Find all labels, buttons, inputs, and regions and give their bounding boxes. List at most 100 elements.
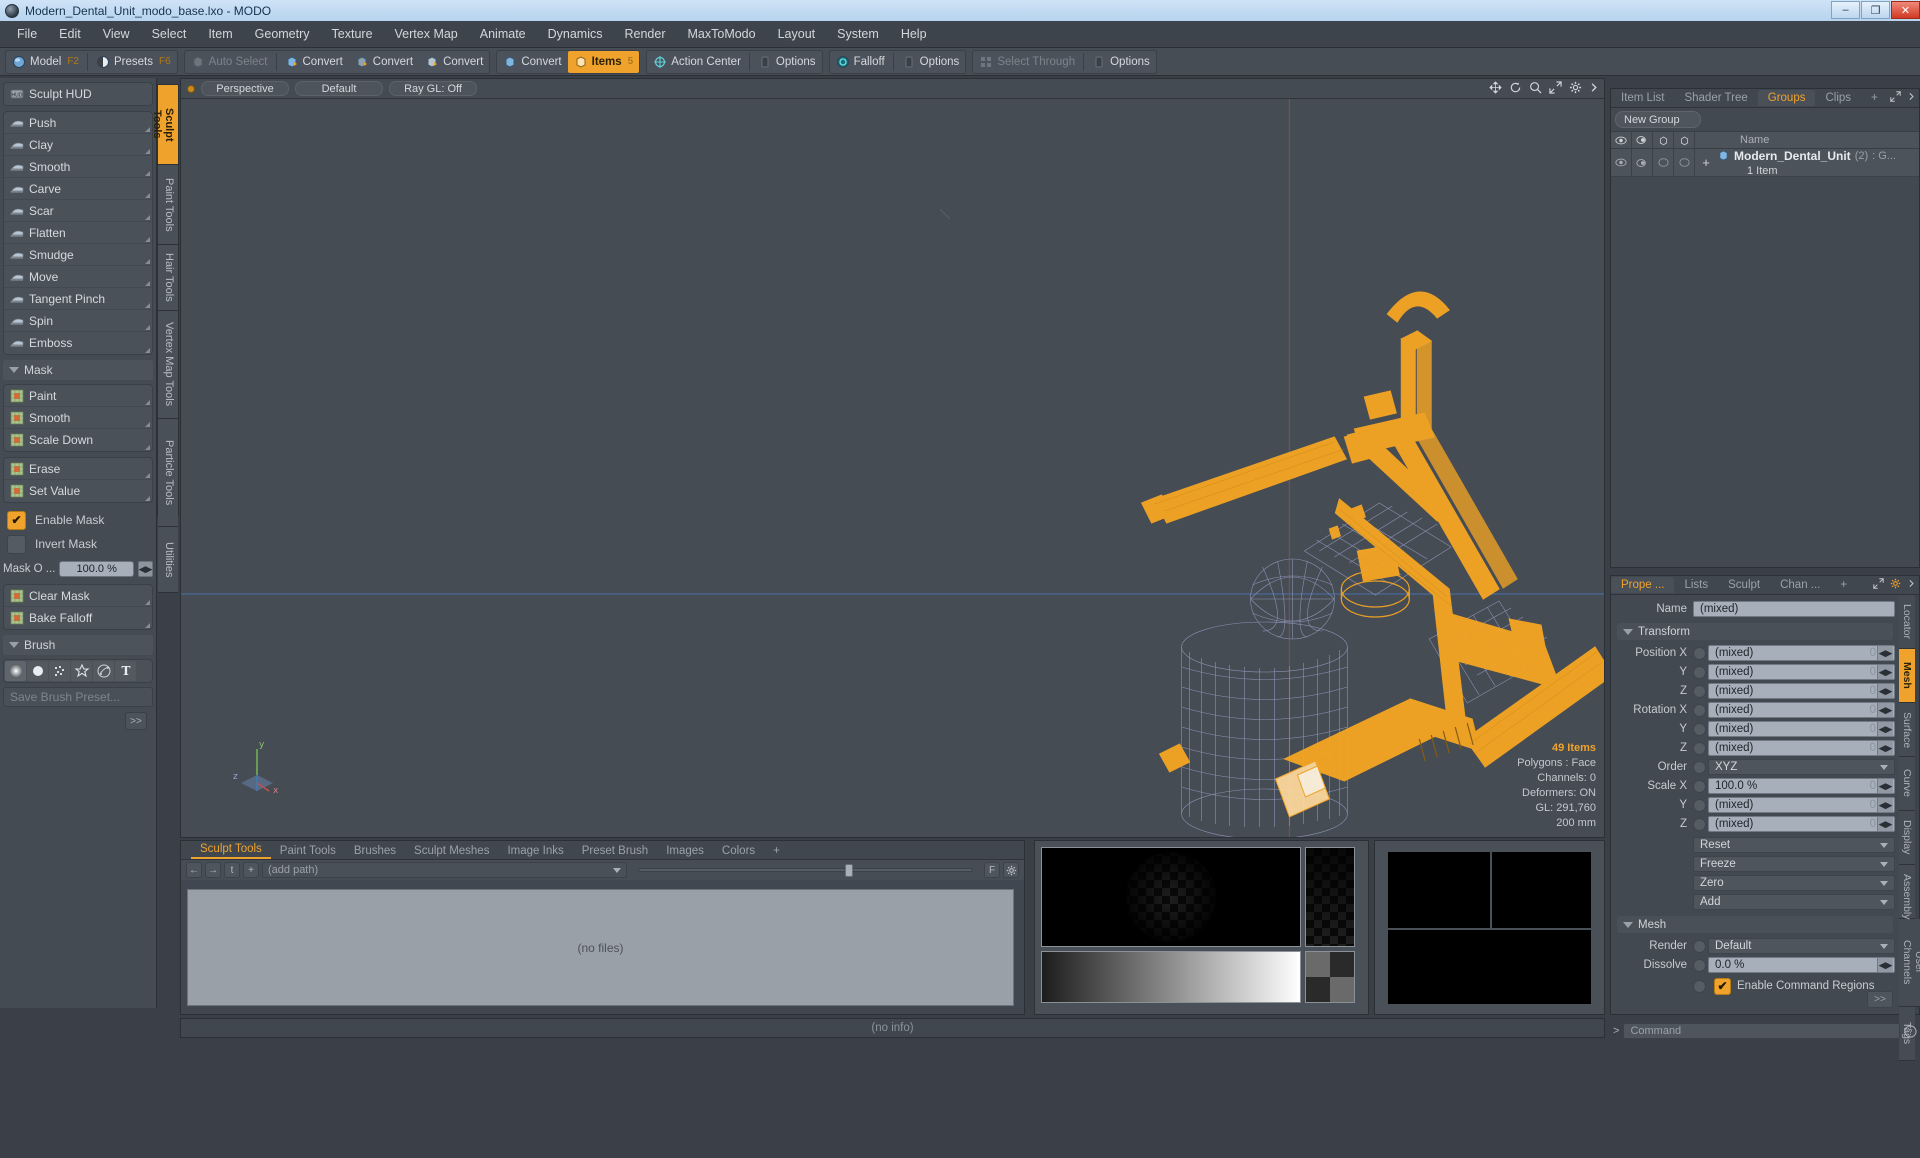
maximize-icon[interactable] [1549,81,1562,94]
menu-item-item[interactable]: Item [197,23,243,45]
tool-popup-corner-icon[interactable] [145,259,150,264]
properties-add-tab-button[interactable]: + [1830,577,1857,593]
menu-item-view[interactable]: View [92,23,141,45]
tool-popup-corner-icon[interactable] [145,422,150,427]
channel-dot[interactable] [1693,760,1706,774]
viewport-projection-button[interactable]: Perspective [201,81,289,96]
nav-forward-button[interactable]: → [205,862,221,878]
row-render-icon[interactable] [1632,149,1653,176]
properties-vtab-display[interactable]: Display [1899,811,1915,865]
menu-item-vertex-map[interactable]: Vertex Map [384,23,469,45]
groups-tab-shader-tree[interactable]: Shader Tree [1674,90,1757,106]
render-channel-dot[interactable] [1693,939,1706,953]
channel-dot[interactable] [1693,722,1706,736]
properties-vtab-curve[interactable]: Curve [1899,757,1915,811]
viewport-shading-button[interactable]: Default [295,81,383,96]
menu-item-texture[interactable]: Texture [321,23,384,45]
channel-dot[interactable] [1693,817,1706,831]
transform-input[interactable]: (mixed) 0 ◀▶ [1708,816,1895,832]
menu-item-dynamics[interactable]: Dynamics [537,23,614,45]
zoom-icon[interactable] [1529,81,1542,94]
tool-popup-corner-icon[interactable] [145,193,150,198]
transform-reset-dot[interactable]: 0 [1870,685,1876,697]
transform-spinner[interactable]: ◀▶ [1877,817,1893,831]
transform-reset-dot[interactable]: 0 [1870,647,1876,659]
channel-dot[interactable] [1693,741,1706,755]
tool-popup-corner-icon[interactable] [145,348,150,353]
groups-add-tab-button[interactable]: + [1861,90,1888,106]
chevron-right-icon[interactable] [1907,91,1915,102]
dissolve-channel-dot[interactable] [1693,958,1706,972]
convert-polygon-button[interactable]: Convert [419,51,489,73]
tool-erase[interactable]: Erase [4,458,152,480]
transform-reset-dot[interactable]: 0 [1870,799,1876,811]
channel-dot[interactable] [1693,779,1706,793]
tool-popup-corner-icon[interactable] [145,600,150,605]
command-input[interactable]: Command [1623,1023,1900,1039]
soft-brush-icon[interactable] [5,661,26,681]
channel-dot[interactable] [1693,798,1706,812]
groups-tab-clips[interactable]: Clips [1815,90,1861,106]
mask-section-header[interactable]: Mask [3,360,153,380]
noise-brush-icon[interactable] [49,661,70,681]
tool-paint[interactable]: Paint [4,385,152,407]
move-icon[interactable] [1489,81,1502,94]
mesh-section-header[interactable]: Mesh [1617,916,1893,933]
transform-input[interactable]: 100.0 % 0 ◀▶ [1708,778,1895,794]
properties-tab-chan-[interactable]: Chan ... [1770,577,1830,593]
properties-vtab-assembly[interactable]: Assembly [1899,865,1915,920]
bottom-tab-sculpt-meshes[interactable]: Sculpt Meshes [405,843,498,859]
transform-action-zero-dropdown[interactable]: Zero [1693,875,1895,891]
invert-mask-row[interactable]: Invert Mask [3,532,153,556]
properties-vtab-surface[interactable]: Surface [1899,703,1915,757]
auto-select-button[interactable]: Auto Select [185,51,274,73]
tool-emboss[interactable]: Emboss [4,332,152,354]
command-regions-channel-dot[interactable] [1693,979,1706,993]
slider-knob[interactable] [845,864,854,877]
help-icon[interactable]: ? [1904,1024,1917,1038]
file-list-area[interactable]: (no files) [187,889,1014,1006]
eye-icon[interactable] [1611,132,1632,148]
menu-item-select[interactable]: Select [141,23,198,45]
falloff-button[interactable]: Falloff [830,51,891,73]
tool-popup-corner-icon[interactable] [145,303,150,308]
bottom-tab-images[interactable]: Images [657,843,713,859]
tool-move[interactable]: Move [4,266,152,288]
render-dropdown[interactable]: Default [1708,938,1895,954]
transform-reset-dot[interactable]: 0 [1870,666,1876,678]
convert-vertex-button[interactable]: Convert [279,51,349,73]
chevron-right-icon[interactable] [1589,81,1598,94]
maximize-icon[interactable] [1890,91,1901,102]
transform-spinner[interactable]: ◀▶ [1877,741,1893,755]
transform-input[interactable]: (mixed) 0 ◀▶ [1708,683,1895,699]
thumbnail-size-slider[interactable] [638,864,973,877]
close-button[interactable]: ✕ [1891,1,1920,19]
row-expander[interactable]: + [1695,155,1717,170]
row-select-toggle[interactable] [1674,149,1695,176]
left-vtab-utilities[interactable]: Utilities [158,527,178,593]
procedural-brush-icon[interactable] [93,661,114,681]
items-button[interactable]: Items 5 [567,50,640,73]
tool-smooth[interactable]: Smooth [4,407,152,429]
transform-section-header[interactable]: Transform [1617,623,1893,640]
transform-spinner[interactable]: ◀▶ [1877,646,1893,660]
brush-section-header[interactable]: Brush [3,635,153,655]
maximize-icon[interactable] [1873,578,1884,589]
brush-preview-panel[interactable] [1034,840,1369,1015]
channel-dot[interactable] [1693,703,1706,717]
enable-mask-row[interactable]: ✔ Enable Mask [3,508,153,532]
properties-tab-lists[interactable]: Lists [1674,577,1718,593]
properties-more-button[interactable]: >> [1867,991,1893,1008]
left-vtab-paint-tools[interactable]: Paint Tools [158,165,178,245]
transform-input[interactable]: (mixed) 0 ◀▶ [1708,664,1895,680]
row-lock-toggle[interactable] [1653,149,1674,176]
transform-spinner[interactable]: ◀▶ [1877,722,1893,736]
save-brush-preset-button[interactable]: Save Brush Preset... [3,687,153,707]
dissolve-spinner[interactable]: ◀▶ [1877,958,1893,972]
tool-popup-corner-icon[interactable] [145,400,150,405]
maximize-button[interactable]: ❐ [1861,1,1890,19]
bottom-add-tab-button[interactable]: + [764,843,789,859]
settings-gear-icon[interactable] [1003,862,1019,878]
name-input[interactable]: (mixed) [1693,601,1895,617]
dissolve-input[interactable]: 0.0 % ◀▶ [1708,957,1895,973]
